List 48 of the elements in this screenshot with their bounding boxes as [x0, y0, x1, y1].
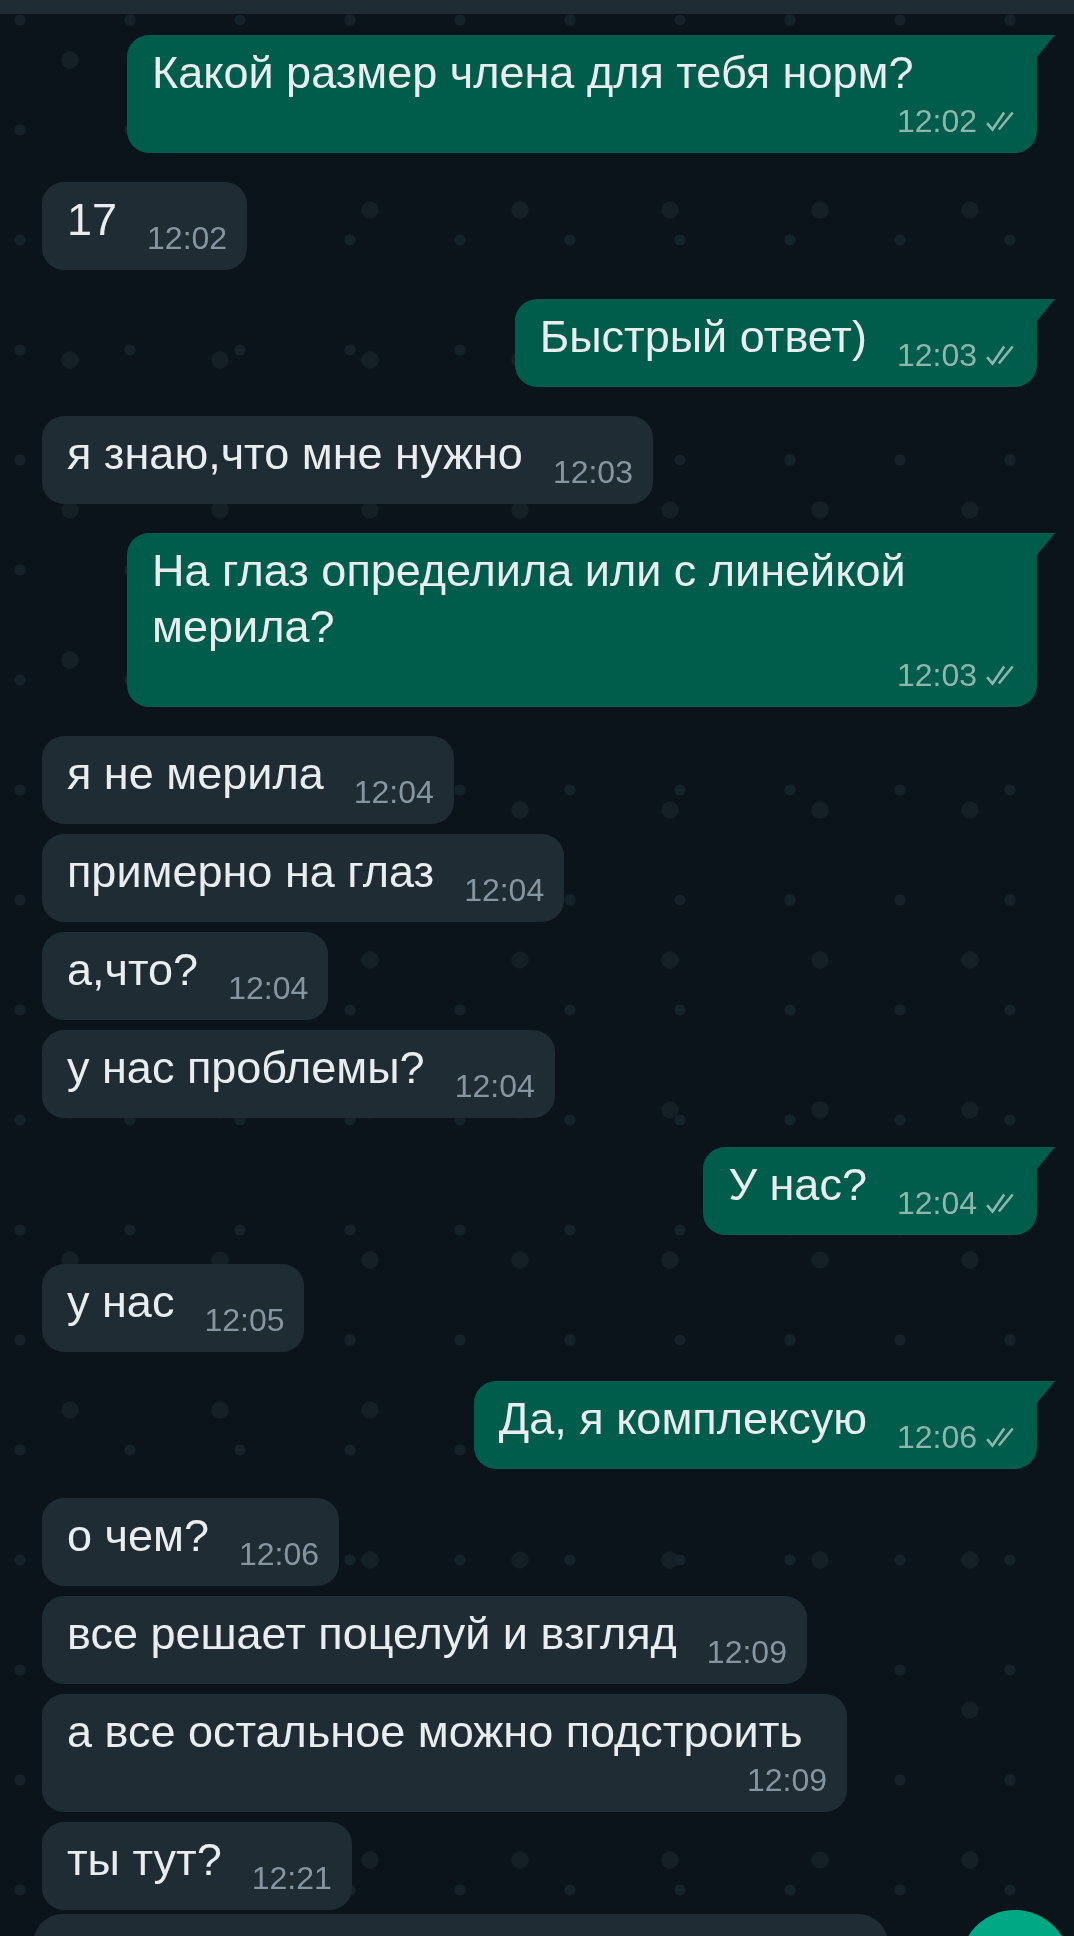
message-time: 12:04 [896, 1184, 977, 1223]
incoming-message[interactable]: у нас 12:05 [42, 1264, 305, 1352]
message-time: 12:09 [746, 1761, 827, 1800]
message-time: 12:05 [204, 1301, 285, 1340]
bubble-tail [1037, 1381, 1055, 1403]
bubble-tail [1037, 1147, 1055, 1169]
message-time: 12:04 [454, 1067, 535, 1106]
message-text: Быстрый ответ) [539, 310, 867, 364]
message-time: 12:03 [896, 656, 977, 695]
message-time: 12:21 [251, 1859, 332, 1898]
incoming-message[interactable]: примерно на глаз 12:04 [42, 834, 565, 922]
message-text: я не мерила [67, 747, 324, 801]
message-text: ты тут? [67, 1833, 222, 1887]
message-text: у нас [67, 1275, 175, 1329]
message-text: я знаю,что мне нужно [67, 427, 523, 481]
message-time: 12:02 [147, 219, 228, 258]
bubble-tail [1037, 299, 1055, 321]
message-text: все решает поцелуй и взгляд [67, 1607, 677, 1661]
incoming-message[interactable]: о чем? 12:06 [42, 1498, 340, 1586]
incoming-message[interactable]: 17 12:02 [42, 182, 248, 270]
bubble-tail [1037, 533, 1055, 555]
incoming-message[interactable]: а,что? 12:04 [42, 932, 329, 1020]
incoming-message[interactable]: я знаю,что мне нужно 12:03 [42, 416, 653, 504]
message-time: 12:06 [896, 1418, 977, 1457]
message-text: примерно на глаз [67, 845, 435, 899]
message-time: 12:03 [552, 453, 633, 492]
message-text: а,что? [67, 943, 199, 997]
message-text: 17 [67, 193, 118, 247]
message-text: а все остальное можно подстроить [67, 1705, 804, 1759]
message-time: 12:09 [706, 1633, 787, 1672]
message-time: 12:06 [238, 1535, 320, 1574]
message-text: Какой размер члена для тебя норм? [152, 46, 915, 100]
incoming-message[interactable]: я не мерила 12:04 [42, 736, 454, 824]
incoming-message[interactable]: все решает поцелуй и взгляд 12:09 [42, 1596, 807, 1684]
message-text: у нас проблемы? [67, 1041, 425, 1095]
bubble-tail [1037, 35, 1055, 57]
message-time: 12:04 [353, 773, 434, 812]
message-time: 12:02 [896, 102, 977, 141]
message-text: о чем? [67, 1509, 209, 1563]
incoming-message[interactable]: а все остальное можно подстроить 12:09 [42, 1694, 847, 1812]
message-text: У нас? [728, 1158, 867, 1212]
message-time: 12:04 [228, 969, 309, 1008]
incoming-message[interactable]: ты тут? 12:21 [42, 1822, 352, 1910]
message-time: 12:03 [896, 336, 977, 375]
message-text: На глаз определила или с линейкой мерила? [152, 544, 907, 654]
incoming-message[interactable]: у нас проблемы? 12:04 [42, 1030, 555, 1118]
message-time: 12:04 [464, 871, 545, 910]
message-text: Да, я комплексую [498, 1392, 867, 1446]
